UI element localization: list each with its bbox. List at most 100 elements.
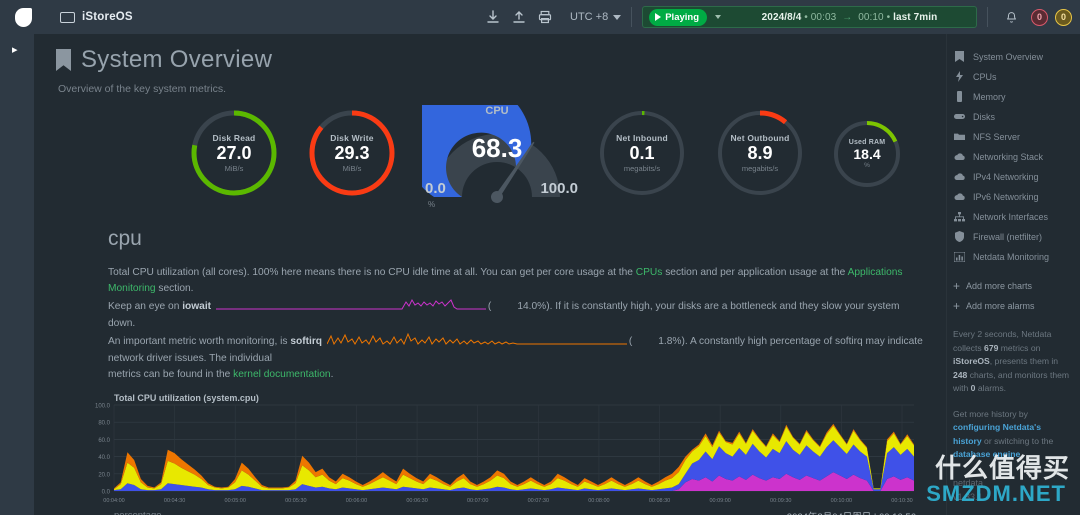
cpu-description-line-1: Total CPU utilization (all cores). 100% … <box>108 265 924 297</box>
dashboard-content: System Overview Overview of the key syst… <box>34 34 946 515</box>
download-icon[interactable] <box>480 0 506 34</box>
gauge-used-ram-label: Used RAM <box>849 139 886 146</box>
sidebar-stats-note: Every 2 seconds, Netdata collects 679 me… <box>953 328 1080 396</box>
cpu-description-line-2: Keep an eye on iowait (14.0%). If it is … <box>108 297 924 332</box>
sidebar-item-disks[interactable]: Disks <box>953 108 1080 125</box>
upload-icon[interactable] <box>506 0 532 34</box>
svg-text:00:08:30: 00:08:30 <box>649 498 670 504</box>
svg-text:00:10:30: 00:10:30 <box>891 498 912 504</box>
add-more-charts-button[interactable]: + Add more charts <box>953 278 1080 294</box>
network-icon <box>953 212 966 222</box>
gauge-used-ram[interactable]: Used RAM 18.4 % <box>830 117 904 191</box>
gauge-net-inbound[interactable]: Net Inbound 0.1 megabits/s <box>594 105 690 201</box>
chart-timestamp: 2024年8月04日周日 | 00:10:56 <box>787 509 916 515</box>
svg-text:00:07:00: 00:07:00 <box>467 498 488 504</box>
cpu-description-line-4: metrics can be found in the kernel docum… <box>108 367 924 383</box>
svg-text:00:09:00: 00:09:00 <box>709 498 730 504</box>
toolbar-divider-2 <box>987 7 988 27</box>
sidebar-item-ipv4-networking[interactable]: IPv4 Networking <box>953 168 1080 185</box>
sidebar-item-ipv6-networking[interactable]: IPv6 Networking <box>953 188 1080 205</box>
note1-host: iStoreOS <box>953 356 990 366</box>
page-title: System Overview <box>81 46 272 74</box>
note1-metrics: 679 <box>984 343 998 353</box>
bell-icon[interactable] <box>998 0 1024 34</box>
shield-icon <box>953 231 966 242</box>
sidebar-item-label: NFS Server <box>973 132 1020 142</box>
svg-text:00:04:30: 00:04:30 <box>164 498 185 504</box>
range-sep-2: • <box>887 12 891 23</box>
cpu-desc-a: Total CPU utilization (all cores). 100% … <box>108 267 636 278</box>
sidebar-item-label: CPUs <box>973 72 997 82</box>
play-chevron-down-icon[interactable] <box>715 15 721 19</box>
svg-text:00:05:00: 00:05:00 <box>225 498 246 504</box>
gauge-cpu[interactable]: CPU 68.3 0.0 100.0 % <box>422 105 572 213</box>
tab-istoreos[interactable]: iStoreOS <box>60 0 133 34</box>
range-end: 00:10 <box>858 12 884 23</box>
dashboard: System Overview Overview of the key syst… <box>34 34 1080 515</box>
cloud-icon <box>953 193 966 201</box>
cpu-description-line-3: An important metric worth monitoring, is… <box>108 332 924 367</box>
sidebar-item-label: Memory <box>973 92 1006 102</box>
bookmark-icon <box>953 51 966 62</box>
cpus-link[interactable]: CPUs <box>636 267 663 278</box>
svg-text:40.0: 40.0 <box>98 455 110 461</box>
gauge-cpu-value: 68.3 <box>422 133 572 164</box>
sidebar-item-networking-stack[interactable]: Networking Stack <box>953 148 1080 165</box>
gauge-disk-read[interactable]: Disk Read 27.0 MiB/s <box>186 105 282 201</box>
gauge-net-inbound-value: 0.1 <box>629 144 654 163</box>
sidebar-item-label: Network Interfaces <box>973 212 1048 222</box>
note1-charts: 248 <box>953 370 967 380</box>
gauge-cpu-unit: % <box>428 200 435 209</box>
gauge-cpu-max: 100.0 <box>540 180 578 197</box>
kernel-documentation-link[interactable]: kernel documentation <box>233 369 330 380</box>
range-date: 2024/8/4 <box>762 12 802 23</box>
gauge-net-inbound-unit: megabits/s <box>624 164 660 173</box>
sidebar-nav: System Overview CPUs Memory Disks NFS Server… <box>953 48 1080 265</box>
chevron-down-icon <box>613 15 621 20</box>
play-button[interactable]: Playing <box>649 9 707 26</box>
sidebar-item-network-interfaces[interactable]: Network Interfaces <box>953 208 1080 225</box>
sidebar-collapse-icon[interactable]: ▸ <box>12 44 22 56</box>
gauge-net-inbound-label: Net Inbound <box>616 133 668 143</box>
istoreos-logo <box>8 2 38 32</box>
sidebar-item-netdata-monitoring[interactable]: Netdata Monitoring <box>953 248 1080 265</box>
sidebar-item-cpus[interactable]: CPUs <box>953 68 1080 85</box>
gauge-disk-write[interactable]: Disk Write 29.3 MiB/s <box>304 105 400 201</box>
note2-c: . <box>1020 449 1022 459</box>
sidebar-item-system-overview[interactable]: System Overview <box>953 48 1080 65</box>
chart-canvas[interactable]: 0.020.040.060.080.0100.000:04:0000:04:30… <box>86 403 916 507</box>
timezone-label: UTC +8 <box>570 11 608 23</box>
svg-text:100.0: 100.0 <box>95 404 111 410</box>
sidebar-item-memory[interactable]: Memory <box>953 88 1080 105</box>
range-arrow-icon: → <box>839 12 855 23</box>
timezone-selector[interactable]: UTC +8 <box>570 11 621 23</box>
softirq-sparkline <box>327 332 627 351</box>
database-engine-link[interactable]: database engine <box>953 449 1020 459</box>
cpu-desc-b: section and per application usage at the <box>662 267 847 278</box>
gauge-disk-write-unit: MiB/s <box>343 164 362 173</box>
sidebar-item-label: IPv6 Networking <box>973 192 1039 202</box>
sidebar-item-label: Netdata Monitoring <box>973 252 1049 262</box>
time-range-text: 2024/8/4 • 00:03 → 00:10 • last 7min <box>729 12 970 23</box>
sidebar-item-firewall-netfilter[interactable]: Firewall (netfilter) <box>953 228 1080 245</box>
print-icon[interactable] <box>532 0 558 34</box>
range-start: 00:03 <box>811 12 837 23</box>
sidebar-item-label: IPv4 Networking <box>973 172 1039 182</box>
plus-icon: + <box>953 281 960 291</box>
bookmark-icon <box>56 49 71 71</box>
kernel-doc-prefix: metrics can be found in the <box>108 369 233 380</box>
iowait-sparkline <box>216 297 486 316</box>
note2-b: or switching to the <box>982 436 1054 446</box>
brand-version: v1.33.1 <box>953 490 1080 504</box>
sidebar-item-nfs-server[interactable]: NFS Server <box>953 128 1080 145</box>
add-more-alarms-button[interactable]: + Add more alarms <box>953 298 1080 314</box>
time-range-control[interactable]: Playing 2024/8/4 • 00:03 → 00:10 • last … <box>642 6 977 28</box>
gauge-net-outbound[interactable]: Net Outbound 8.9 megabits/s <box>712 105 808 201</box>
warning-alarm-badge[interactable]: 0 <box>1055 9 1072 26</box>
cpu-heading: cpu <box>108 227 924 251</box>
gauge-net-outbound-value: 8.9 <box>747 144 772 163</box>
sidebar-item-label: Disks <box>973 112 995 122</box>
critical-alarm-badge[interactable]: 0 <box>1031 9 1048 26</box>
page-subtitle: Overview of the key system metrics. <box>58 83 946 95</box>
softirq-prefix: An important metric worth monitoring, is <box>108 336 290 347</box>
